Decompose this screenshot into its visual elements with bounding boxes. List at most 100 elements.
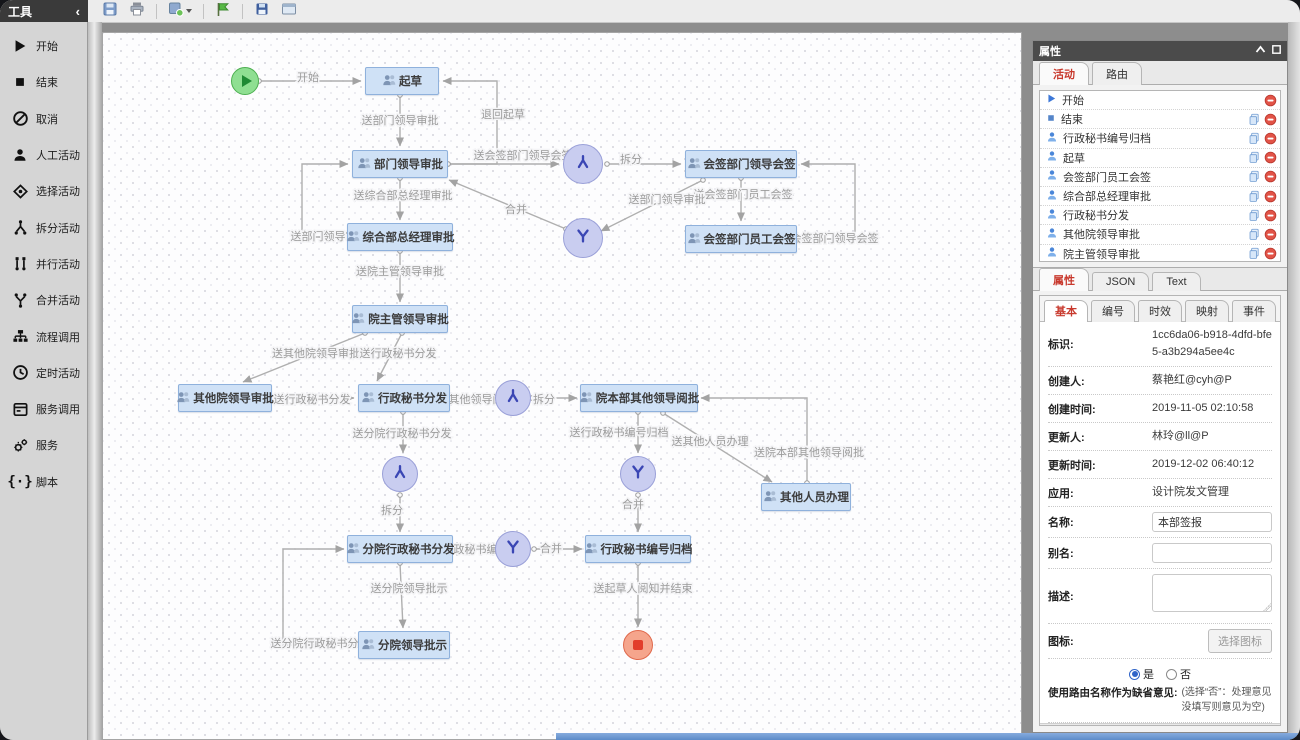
edge-line[interactable] xyxy=(283,549,358,645)
node-end[interactable] xyxy=(623,630,653,660)
node-split[interactable] xyxy=(495,380,531,416)
node-综合部总经理审批[interactable]: 综合部总经理审批 xyxy=(347,223,453,251)
node-会签部门领导会签[interactable]: 会签部门领导会签 xyxy=(685,150,797,178)
node-行政秘书编号归档[interactable]: 行政秘书编号归档 xyxy=(585,535,691,563)
people-icon xyxy=(346,541,360,558)
tab-事件[interactable]: 事件 xyxy=(1232,300,1276,322)
tab-时效[interactable]: 时效 xyxy=(1138,300,1182,322)
tool-item-选择活动[interactable]: 选择活动 xyxy=(0,173,87,209)
tab-基本[interactable]: 基本 xyxy=(1044,300,1088,322)
collapse-panel-icon[interactable] xyxy=(1255,45,1266,57)
delete-activity-button[interactable] xyxy=(1264,113,1277,126)
activity-list-row[interactable]: 起草 xyxy=(1040,149,1280,168)
tool-item-脚本[interactable]: {·}脚本 xyxy=(0,464,87,500)
activity-list-row[interactable]: 综合部总经理审批 xyxy=(1040,187,1280,206)
workflow-canvas[interactable]: 开始送部门领导审批退回起草送会签部门领导会签拆分送会签部门员工会签送会签部门领导… xyxy=(102,32,1022,740)
validate-button[interactable] xyxy=(213,1,233,21)
activity-list-row[interactable]: 院主管领导审批 xyxy=(1040,245,1280,263)
node-分院领导批示[interactable]: 分院领导批示 xyxy=(358,631,450,659)
tool-item-服务[interactable]: 服务 xyxy=(0,427,87,463)
field-name-input[interactable] xyxy=(1152,512,1272,532)
radio-icon[interactable] xyxy=(1166,669,1177,680)
select-icon-button[interactable]: 选择图标 xyxy=(1208,629,1272,653)
copy-activity-button[interactable] xyxy=(1248,228,1261,241)
delete-activity-button[interactable] xyxy=(1264,132,1277,145)
node-其他人员办理[interactable]: 其他人员办理 xyxy=(761,483,851,511)
node-部门领导审批[interactable]: 部门领导审批 xyxy=(352,150,448,178)
delete-activity-button[interactable] xyxy=(1264,190,1277,203)
node-起草[interactable]: 起草 xyxy=(365,67,439,95)
node-院本部其他领导阅批[interactable]: 院本部其他领导阅批 xyxy=(580,384,698,412)
copy-activity-button[interactable] xyxy=(1248,247,1261,260)
edge-line[interactable] xyxy=(801,164,855,239)
radio-icon[interactable] xyxy=(1129,669,1140,680)
tool-item-定时活动[interactable]: 定时活动 xyxy=(0,355,87,391)
activity-list-row[interactable]: 开始 xyxy=(1040,91,1280,110)
delete-activity-button[interactable] xyxy=(1264,228,1277,241)
merge-icon xyxy=(7,292,33,309)
node-start[interactable] xyxy=(231,67,259,95)
tab-活动[interactable]: 活动 xyxy=(1039,62,1089,85)
tool-item-流程调用[interactable]: 流程调用 xyxy=(0,318,87,354)
choice-icon xyxy=(7,183,33,200)
tab-映射[interactable]: 映射 xyxy=(1185,300,1229,322)
node-split[interactable] xyxy=(563,144,603,184)
radio-option-否[interactable]: 否 xyxy=(1166,666,1191,682)
maximize-panel-icon[interactable] xyxy=(1272,45,1281,57)
node-行政秘书分发[interactable]: 行政秘书分发 xyxy=(358,384,450,412)
save-button[interactable] xyxy=(100,1,120,21)
tab-路由[interactable]: 路由 xyxy=(1092,62,1142,85)
tab-属性[interactable]: 属性 xyxy=(1039,268,1089,291)
edge-label: 送其他人员办理 xyxy=(672,434,749,448)
dropdown-caret-icon[interactable] xyxy=(186,9,192,13)
print-button[interactable] xyxy=(127,1,147,21)
activity-list-row[interactable]: 行政秘书分发 xyxy=(1040,206,1280,225)
radio-option-是[interactable]: 是 xyxy=(1129,666,1154,682)
edge-line[interactable] xyxy=(302,164,348,237)
delete-activity-button[interactable] xyxy=(1264,247,1277,260)
node-会签部门员工会签[interactable]: 会签部门员工会签 xyxy=(685,225,797,253)
node-院主管领导审批[interactable]: 院主管领导审批 xyxy=(352,305,448,333)
sidebar-splitter[interactable] xyxy=(88,22,102,740)
delete-activity-button[interactable] xyxy=(1264,94,1277,107)
copy-activity-button[interactable] xyxy=(1248,190,1261,203)
tool-item-服务调用[interactable]: 服务调用 xyxy=(0,391,87,427)
copy-activity-button[interactable] xyxy=(1248,132,1261,145)
tab-Text[interactable]: Text xyxy=(1152,272,1200,291)
copy-activity-button[interactable] xyxy=(1248,209,1261,222)
field-alias-input[interactable] xyxy=(1152,543,1272,563)
copy-activity-button[interactable] xyxy=(1248,113,1261,126)
activity-list-row[interactable]: 行政秘书编号归档 xyxy=(1040,129,1280,148)
tool-item-合并活动[interactable]: 合并活动 xyxy=(0,282,87,318)
activity-list-row[interactable]: 其他院领导审批 xyxy=(1040,225,1280,244)
tab-JSON[interactable]: JSON xyxy=(1092,272,1149,291)
tool-item-拆分活动[interactable]: 拆分活动 xyxy=(0,209,87,245)
delete-activity-button[interactable] xyxy=(1264,209,1277,222)
node-split[interactable] xyxy=(382,456,418,492)
tool-item-开始[interactable]: 开始 xyxy=(0,28,87,64)
collapse-sidebar-icon[interactable]: ‹ xyxy=(76,5,80,18)
save-local-button[interactable] xyxy=(252,1,272,21)
node-merge[interactable] xyxy=(495,531,531,567)
activity-list-row[interactable]: 结束 xyxy=(1040,110,1280,129)
export-image-button[interactable] xyxy=(166,1,194,21)
node-分院行政秘书分发[interactable]: 分院行政秘书分发 xyxy=(347,535,453,563)
window-scrollbar[interactable] xyxy=(1288,22,1300,740)
tool-item-人工活动[interactable]: 人工活动 xyxy=(0,137,87,173)
field-description-textarea[interactable] xyxy=(1152,574,1272,612)
tool-item-并行活动[interactable]: 并行活动 xyxy=(0,246,87,282)
copy-activity-button[interactable] xyxy=(1248,170,1261,183)
delete-activity-button[interactable] xyxy=(1264,170,1277,183)
copy-activity-button[interactable] xyxy=(1248,151,1261,164)
activity-list-row[interactable]: 会签部门员工会签 xyxy=(1040,168,1280,187)
tool-item-取消[interactable]: 取消 xyxy=(0,101,87,137)
edge-line[interactable] xyxy=(400,563,403,628)
tab-编号[interactable]: 编号 xyxy=(1091,300,1135,322)
node-merge[interactable] xyxy=(620,456,656,492)
tool-item-结束[interactable]: 结束 xyxy=(0,64,87,100)
node-其他院领导审批[interactable]: 其他院领导审批 xyxy=(178,384,272,412)
node-merge[interactable] xyxy=(563,218,603,258)
node-label: 行政秘书编号归档 xyxy=(601,541,693,557)
delete-activity-button[interactable] xyxy=(1264,151,1277,164)
toggle-properties-button[interactable] xyxy=(279,1,299,21)
